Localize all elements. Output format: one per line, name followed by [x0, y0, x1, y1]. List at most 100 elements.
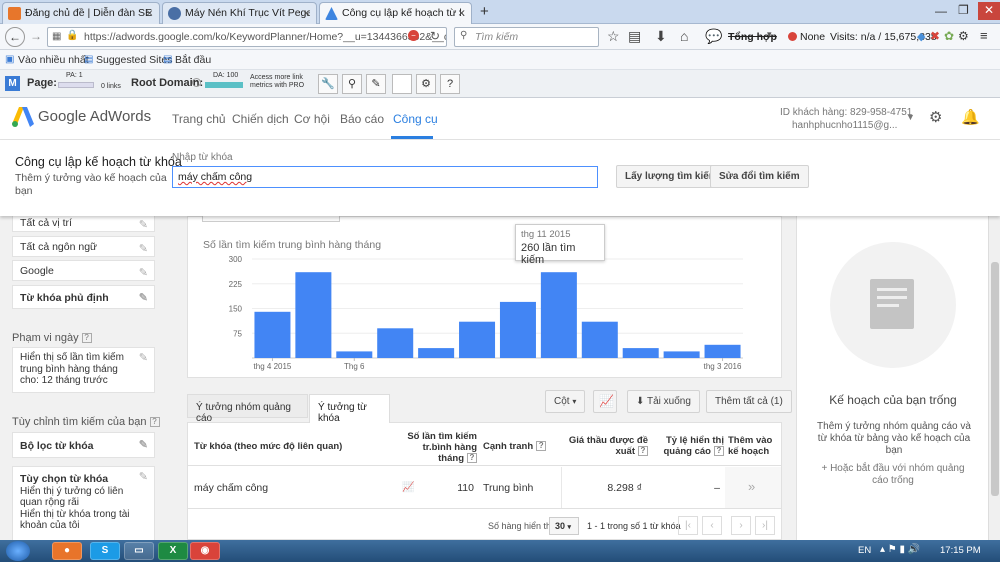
date-range-card[interactable]: Hiển thị số lần tìm kiếm trung bình hàng…	[12, 347, 155, 393]
search-input[interactable]: ⚲ Tìm kiếm	[454, 27, 599, 47]
reading-list-icon[interactable]: ▤	[628, 28, 641, 45]
chart-bar[interactable]	[295, 272, 332, 358]
targeting-negative-keywords[interactable]: Từ khóa phủ định ✎	[12, 285, 155, 309]
chart-bar[interactable]	[704, 344, 741, 358]
chart-bar[interactable]	[663, 351, 700, 358]
help-icon[interactable]: ?	[536, 441, 547, 452]
firefox-taskbar-icon[interactable]: ●	[52, 542, 82, 560]
close-tab-icon[interactable]: ×	[303, 6, 310, 20]
browser-tab-keyword-planner[interactable]: Công cụ lập kế hoạch từ k... ×	[319, 2, 472, 25]
chart-bar[interactable]	[540, 272, 577, 358]
close-tab-icon[interactable]: ×	[146, 6, 153, 20]
help-icon[interactable]: ?	[149, 417, 160, 428]
targeting-location[interactable]: Tất cả vị trí ✎	[12, 216, 155, 232]
account-dropdown-icon[interactable]: ▼	[906, 112, 915, 122]
add-to-plan-button[interactable]: »	[748, 479, 755, 494]
moz-more-links[interactable]: Access more link metrics with PRO	[250, 74, 310, 90]
new-tab-button[interactable]: +	[480, 3, 489, 20]
nav-reports[interactable]: Báo cáo	[340, 112, 384, 126]
excel-taskbar-icon[interactable]: X	[158, 542, 188, 560]
moz-wrench-icon[interactable]: 🔧	[318, 74, 338, 94]
chart-bar[interactable]	[581, 321, 618, 358]
pencil-icon[interactable]: ✎	[139, 471, 148, 484]
rows-shown-select[interactable]: 30 ▾	[549, 517, 579, 535]
add-all-button[interactable]: Thêm tất cả (1)	[706, 390, 792, 413]
reload-icon[interactable]: ↻	[430, 29, 440, 43]
pencil-icon[interactable]: ✎	[139, 242, 148, 255]
account-email[interactable]: hanhphucnho1115@g...	[792, 120, 897, 131]
start-empty-ad-group-link[interactable]: + Hoặc bắt đầu với nhóm quảng cáo trống	[817, 463, 969, 487]
bookmark-star-icon[interactable]: ☆	[607, 28, 620, 45]
addon-block-icon[interactable]: ✖	[930, 29, 940, 43]
bookmark-most-visited[interactable]: Vào nhiều nhất	[18, 54, 89, 66]
moz-search-icon[interactable]: ⚲	[342, 74, 362, 94]
home-icon[interactable]: ⌂	[680, 28, 688, 44]
browser-tab-pegasus[interactable]: Máy Nén Khí Trục Vít Pega... ×	[162, 2, 317, 24]
moz-minus-icon[interactable]: −	[192, 78, 201, 87]
columns-button[interactable]: Cột ▾	[545, 390, 586, 413]
col-suggested-bid[interactable]: Giá thầu được đề xuất?	[560, 435, 648, 457]
chart-bar[interactable]	[336, 351, 373, 358]
chrome-taskbar-icon[interactable]: ◉	[190, 542, 220, 560]
keyword-filter-card[interactable]: Bộ lọc từ khóa ✎	[12, 432, 155, 458]
chart-bar[interactable]	[622, 348, 659, 358]
pencil-icon[interactable]: ✎	[139, 352, 148, 365]
scrollbar-thumb[interactable]	[991, 262, 999, 496]
col-competition[interactable]: Cạnh tranh?	[483, 441, 547, 452]
dropdown-chevron-icon[interactable]: ▾	[767, 29, 772, 40]
skype-taskbar-icon[interactable]: S	[90, 542, 120, 560]
language-indicator[interactable]: EN	[858, 545, 871, 556]
moz-blank-icon[interactable]	[392, 74, 412, 94]
download-button[interactable]: ⬇ Tải xuống	[627, 390, 700, 413]
nav-campaigns[interactable]: Chiến dịch	[232, 112, 289, 126]
chart-bar[interactable]	[254, 311, 291, 358]
col-impression-share[interactable]: Tỷ lệ hiển thị quảng cáo?	[656, 435, 724, 457]
tab-keyword-ideas[interactable]: Ý tưởng từ khóa	[309, 394, 390, 424]
first-page-icon[interactable]: |‹	[678, 516, 698, 535]
tray-icons[interactable]: ▴ ⚑ ▮ 🔊	[880, 544, 920, 555]
adwords-logo-text[interactable]: Google AdWords	[38, 108, 151, 125]
download-icon[interactable]: ⬇	[655, 28, 667, 45]
moz-highlight-icon[interactable]: ✎	[366, 74, 386, 94]
browser-tab-forum[interactable]: Đăng chủ đề | Diễn đàn SE... ×	[2, 2, 160, 24]
keyword-input[interactable]: máy chấm công	[172, 166, 598, 188]
chat-icon[interactable]: 💬	[705, 28, 722, 45]
notification-bell-icon[interactable]: 🔔	[961, 108, 980, 126]
keyword-options-card[interactable]: Tùy chọn từ khóa Hiển thị ý tưởng có liê…	[12, 466, 155, 540]
help-icon[interactable]: ?	[638, 446, 648, 457]
help-icon[interactable]: ?	[714, 446, 724, 457]
nav-opportunities[interactable]: Cơ hội	[294, 112, 330, 126]
pencil-icon[interactable]: ✎	[139, 438, 148, 451]
close-tab-icon[interactable]: ×	[458, 6, 465, 20]
folder-taskbar-icon[interactable]: ▭	[124, 542, 154, 560]
settings-gear-icon[interactable]: ⚙	[958, 29, 969, 43]
chart-bar[interactable]	[418, 348, 455, 358]
addon-icon[interactable]: ◆	[917, 30, 925, 43]
modify-search-button[interactable]: Sửa đổi tìm kiếm	[710, 165, 809, 188]
targeting-network[interactable]: Google ✎	[12, 260, 155, 281]
addon-puzzle-icon[interactable]: ✿	[944, 29, 954, 43]
minimize-icon[interactable]: —	[935, 4, 947, 18]
chart-toggle-icon[interactable]: 📈	[593, 390, 617, 413]
menu-icon[interactable]: ≡	[980, 28, 988, 43]
next-page-icon[interactable]: ›	[731, 516, 751, 535]
col-avg-searches[interactable]: Số lần tìm kiếm tr.bình hàng tháng?	[397, 431, 477, 464]
nav-tools[interactable]: Công cụ	[393, 112, 438, 126]
nav-home[interactable]: Trang chủ	[172, 112, 226, 126]
tab-ad-group-ideas[interactable]: Ý tưởng nhóm quảng cáo	[187, 394, 308, 424]
settings-gear-icon[interactable]: ⚙	[929, 108, 942, 126]
last-page-icon[interactable]: ›|	[755, 516, 775, 535]
moz-logo-icon[interactable]: M	[5, 76, 20, 91]
clear-url-icon[interactable]: −	[408, 30, 419, 41]
help-icon[interactable]: ?	[467, 453, 477, 464]
moz-settings-icon[interactable]: ⚙	[416, 74, 436, 94]
close-window-icon[interactable]: ✕	[978, 2, 1000, 20]
pencil-icon[interactable]: ✎	[139, 218, 148, 231]
site-info-icon[interactable]: ▦	[52, 31, 61, 42]
bookmark-suggested-sites[interactable]: Suggested Sites	[96, 54, 172, 66]
back-arrow-icon[interactable]: ←	[5, 27, 25, 47]
moz-help-icon[interactable]: ?	[440, 74, 460, 94]
chart-bar[interactable]	[459, 321, 496, 358]
prev-page-icon[interactable]: ‹	[702, 516, 722, 535]
maximize-icon[interactable]: ❐	[958, 3, 969, 17]
